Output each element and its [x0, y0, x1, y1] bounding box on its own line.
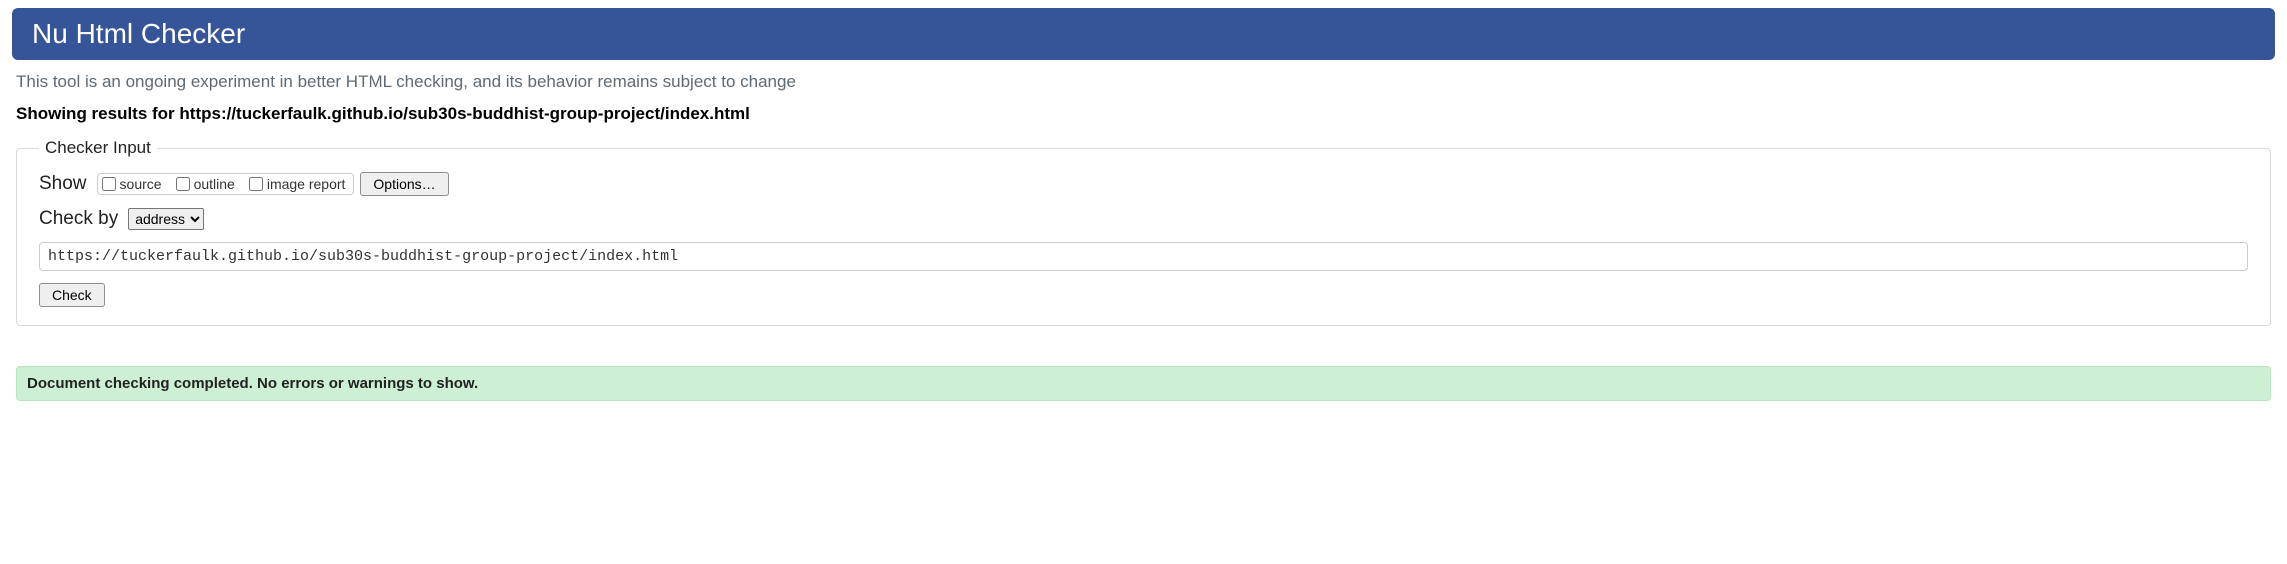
image-report-checkbox[interactable] [249, 177, 263, 191]
success-banner: Document checking completed. No errors o… [16, 366, 2271, 401]
page-title: Nu Html Checker [32, 18, 2255, 50]
intro-text: This tool is an ongoing experiment in be… [16, 72, 2271, 92]
results-heading-url: https://tuckerfaulk.github.io/sub30s-bud… [179, 104, 749, 123]
image-report-checkbox-text: image report [267, 176, 346, 192]
show-row: Show source outline image report Options… [39, 172, 2248, 196]
url-row [39, 242, 2248, 271]
checker-input-legend: Checker Input [39, 138, 157, 158]
checker-input-fieldset: Checker Input Show source outline image … [16, 138, 2271, 326]
source-checkbox-label[interactable]: source [102, 176, 162, 192]
check-row: Check [39, 283, 2248, 307]
outline-checkbox-label[interactable]: outline [176, 176, 235, 192]
checkby-row: Check by address [39, 208, 2248, 230]
source-checkbox-text: source [120, 176, 162, 192]
show-label: Show [39, 173, 87, 195]
url-input[interactable] [39, 242, 2248, 271]
outline-checkbox[interactable] [176, 177, 190, 191]
outline-checkbox-text: outline [194, 176, 235, 192]
check-button[interactable]: Check [39, 283, 105, 307]
results-heading-prefix: Showing results for [16, 104, 179, 123]
options-button[interactable]: Options… [360, 172, 448, 196]
image-report-checkbox-label[interactable]: image report [249, 176, 346, 192]
results-heading: Showing results for https://tuckerfaulk.… [16, 104, 2271, 124]
show-checkbox-group: source outline image report [97, 173, 355, 195]
checkby-select[interactable]: address [128, 208, 204, 230]
source-checkbox[interactable] [102, 177, 116, 191]
checkby-label: Check by [39, 208, 118, 230]
page-banner: Nu Html Checker [12, 8, 2275, 60]
